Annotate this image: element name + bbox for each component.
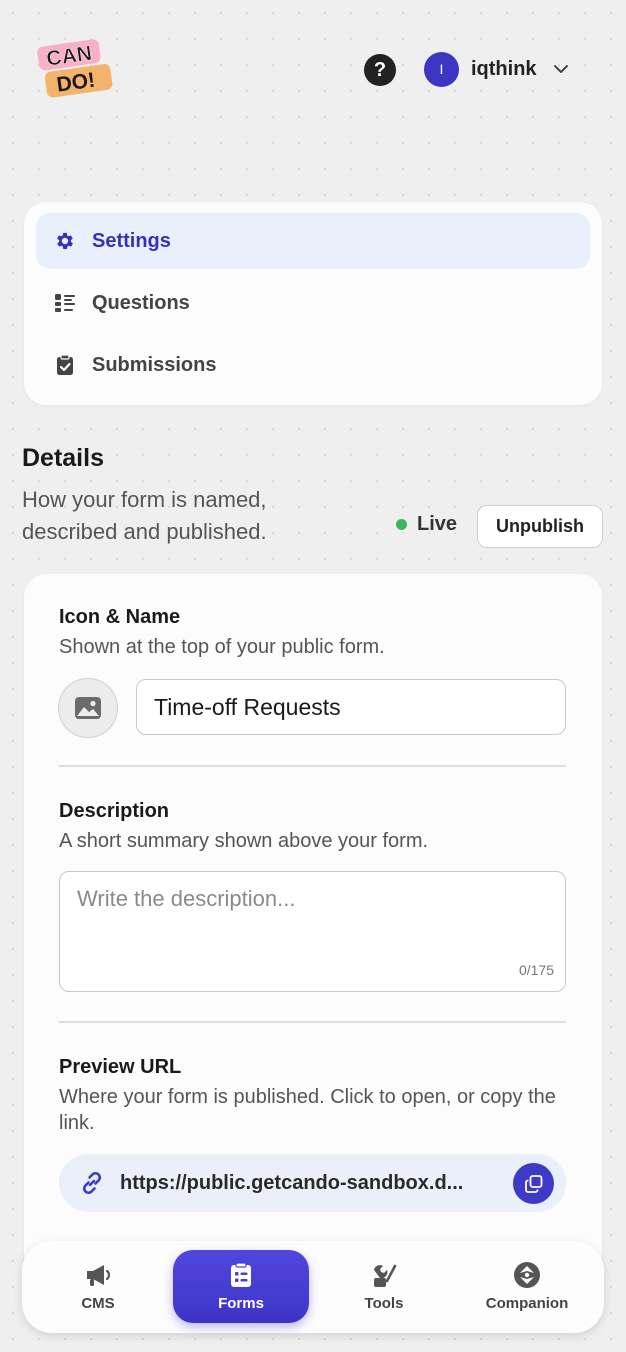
copy-link-button[interactable] xyxy=(513,1163,554,1204)
form-section-nav: Settings Questions Submissions xyxy=(24,202,602,405)
logo-text-bottom: DO! xyxy=(55,69,96,97)
description-title: Description xyxy=(59,800,170,822)
divider xyxy=(59,765,566,767)
gear-icon xyxy=(54,230,76,252)
avatar: I xyxy=(424,51,459,87)
copy-icon xyxy=(524,1174,542,1193)
bottom-nav-label: Forms xyxy=(218,1295,264,1312)
preview-url-title: Preview URL xyxy=(59,1056,182,1078)
bottom-nav-companion[interactable]: Companion xyxy=(459,1250,595,1323)
live-dot-icon xyxy=(396,519,407,530)
image-icon xyxy=(75,697,101,719)
preview-url-help: Where your form is published. Click to o… xyxy=(59,1086,556,1134)
link-icon xyxy=(82,1171,102,1195)
nav-item-settings[interactable]: Settings xyxy=(36,213,590,269)
details-subtitle: How your form is named, described and pu… xyxy=(22,487,267,544)
form-icon-picker[interactable] xyxy=(58,678,118,738)
username: iqthink xyxy=(471,57,537,80)
description-input[interactable] xyxy=(60,872,565,991)
description-field: 0/175 xyxy=(59,871,566,992)
clipboard-list-icon xyxy=(227,1261,255,1289)
tools-icon xyxy=(370,1261,398,1289)
cando-logo[interactable]: CAN DO! xyxy=(36,36,116,102)
nav-item-label: Settings xyxy=(92,229,171,252)
character-counter: 0/175 xyxy=(518,962,554,978)
description-help: A short summary shown above your form. xyxy=(59,830,429,852)
companion-icon xyxy=(513,1261,541,1289)
list-icon xyxy=(54,292,76,314)
logo-text-top: CAN xyxy=(45,42,93,71)
details-title: Details xyxy=(22,444,104,472)
bottom-nav-cms[interactable]: CMS xyxy=(30,1250,166,1323)
user-menu[interactable]: I iqthink xyxy=(424,51,569,87)
icon-name-title: Icon & Name xyxy=(59,606,181,628)
nav-item-label: Questions xyxy=(92,291,190,314)
bottom-nav-tools[interactable]: Tools xyxy=(316,1250,452,1323)
details-form-card: Icon & Name Shown at the top of your pub… xyxy=(24,574,602,1294)
bottom-nav-label: Tools xyxy=(364,1295,404,1312)
top-bar: CAN DO! ? I iqthink xyxy=(0,0,626,140)
unpublish-button[interactable]: Unpublish xyxy=(477,505,603,548)
chevron-down-icon xyxy=(553,65,568,73)
bottom-nav-forms[interactable]: Forms xyxy=(173,1250,309,1323)
preview-url-text: https://public.getcando-sandbox.d... xyxy=(120,1171,464,1194)
status-badge: Live xyxy=(396,513,457,536)
status-text: Live xyxy=(417,513,458,535)
help-button[interactable]: ? xyxy=(364,54,396,86)
divider xyxy=(59,1021,566,1023)
form-name-input[interactable] xyxy=(136,679,566,735)
nav-item-questions[interactable]: Questions xyxy=(36,275,590,331)
nav-item-label: Submissions xyxy=(92,353,217,376)
nav-item-submissions[interactable]: Submissions xyxy=(36,337,590,393)
bottom-nav-label: Companion xyxy=(485,1295,569,1312)
preview-url-link[interactable]: https://public.getcando-sandbox.d... xyxy=(59,1154,566,1212)
bottom-nav-label: CMS xyxy=(81,1295,115,1312)
megaphone-icon xyxy=(84,1261,112,1289)
icon-name-help: Shown at the top of your public form. xyxy=(59,636,385,658)
clipboard-check-icon xyxy=(54,354,76,376)
bottom-navigation: CMS Forms Tools Companion xyxy=(22,1241,604,1333)
